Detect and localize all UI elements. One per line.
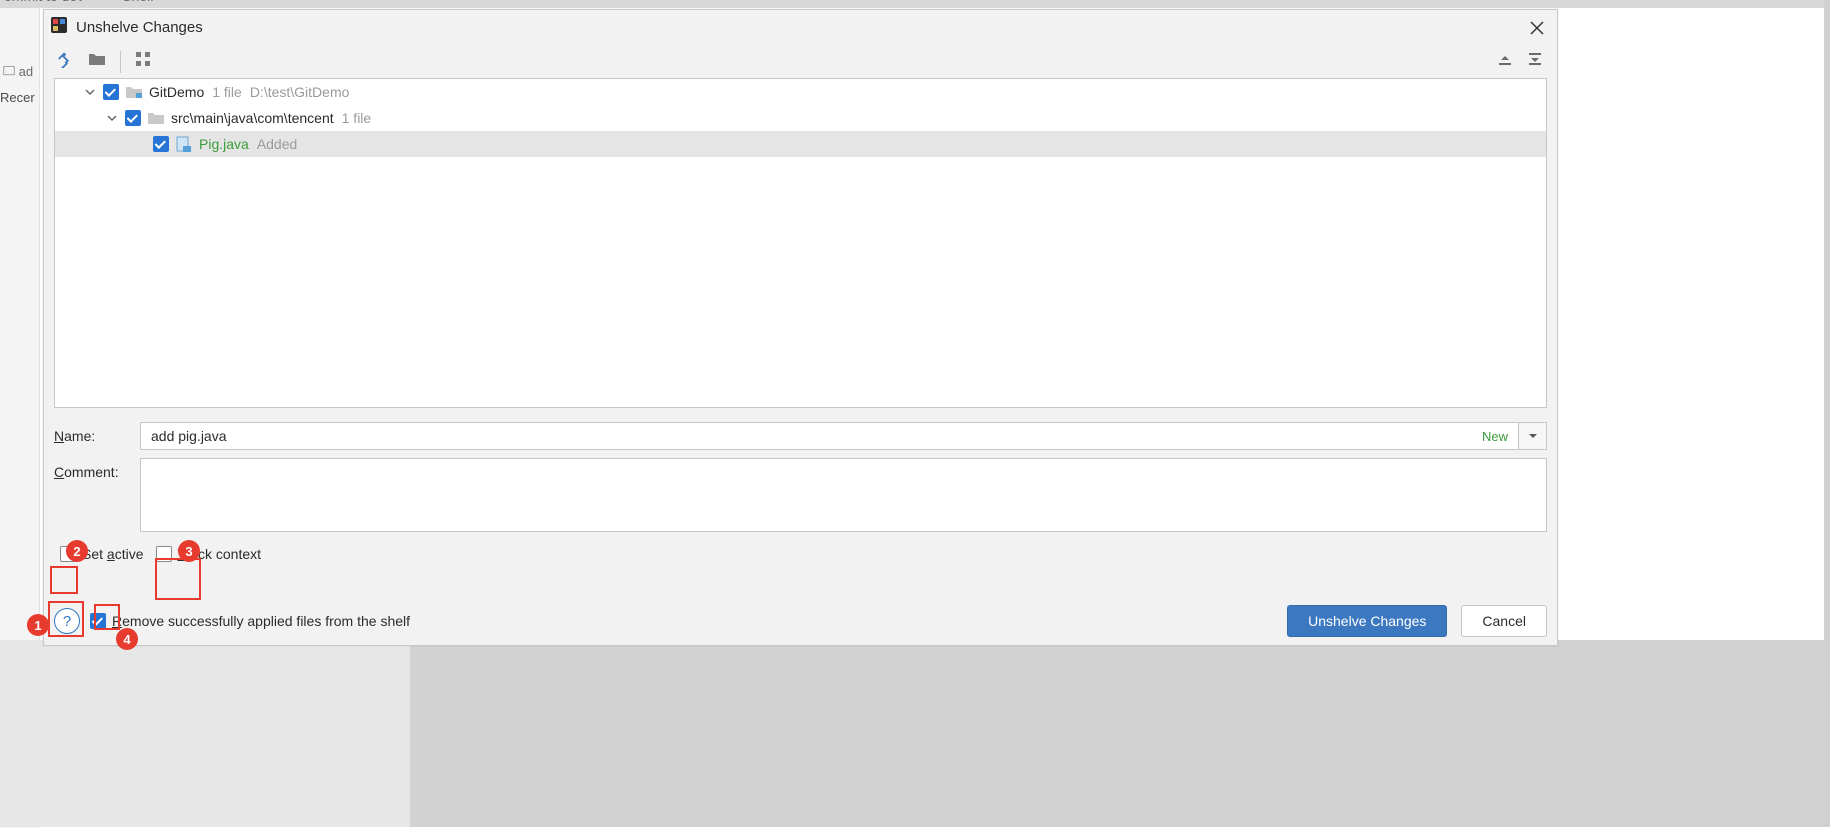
name-dropdown-button[interactable]	[1519, 422, 1547, 450]
cancel-button[interactable]: Cancel	[1461, 605, 1547, 637]
folder-icon	[147, 110, 165, 126]
dialog-toolbar	[44, 45, 1557, 78]
bg-left-item[interactable]: ad	[3, 64, 33, 79]
bg-bottom-overlay	[410, 640, 1830, 827]
set-active-label: Set active	[82, 546, 144, 562]
root-name: GitDemo	[149, 84, 204, 100]
remove-post: emove successfully applied files from th…	[122, 613, 410, 629]
track-context-checkbox[interactable]	[156, 546, 172, 562]
cancel-button-label: Cancel	[1482, 613, 1526, 629]
pin-icon[interactable]	[56, 50, 74, 73]
root-checkbox[interactable]	[103, 84, 119, 100]
name-label: Name:	[54, 422, 140, 444]
remove-applied-label: Remove successfully applied files from t…	[112, 613, 410, 629]
root-path: D:\test\GitDemo	[250, 84, 350, 100]
folder-icon	[125, 84, 143, 100]
help-button[interactable]: ?	[54, 608, 80, 634]
name-label-ul: N	[54, 428, 64, 444]
app-icon	[50, 16, 68, 39]
dialog-title: Unshelve Changes	[76, 19, 203, 36]
set-active-option[interactable]: Set active	[60, 546, 144, 562]
package-checkbox[interactable]	[125, 110, 141, 126]
changes-tree[interactable]: GitDemo 1 file D:\test\GitDemo src\main\…	[54, 78, 1547, 408]
file-status: Added	[257, 136, 297, 152]
file-name: Pig.java	[199, 136, 249, 152]
remove-ul: R	[112, 613, 122, 629]
chevron-down-icon[interactable]	[83, 87, 97, 97]
collapse-all-icon[interactable]	[1527, 51, 1543, 72]
name-input[interactable]: add pig.java New	[140, 422, 1519, 450]
package-name: src\main\java\com\tencent	[171, 110, 334, 126]
java-file-icon	[175, 136, 193, 152]
track-context-label: Track context	[178, 546, 262, 562]
unshelve-dialog: Unshelve Changes	[43, 9, 1558, 646]
set-active-ul: a	[107, 546, 115, 562]
set-active-checkbox[interactable]	[60, 546, 76, 562]
remove-applied-checkbox[interactable]	[90, 613, 106, 629]
set-active-pre: Set	[82, 546, 107, 562]
new-badge: New	[1482, 429, 1508, 444]
options-row: Set active Track context	[60, 546, 1547, 562]
bg-topbar	[0, 0, 1830, 8]
tree-root-row[interactable]: GitDemo 1 file D:\test\GitDemo	[55, 79, 1546, 105]
grid-icon[interactable]	[135, 51, 151, 72]
tree-package-row[interactable]: src\main\java\com\tencent 1 file	[55, 105, 1546, 131]
bg-recent-label: Recer	[0, 90, 35, 105]
track-post: rack context	[186, 546, 261, 562]
bg-left-item-label: ad	[19, 64, 33, 79]
package-count: 1 file	[342, 110, 372, 126]
dialog-bottom-row: ? Remove successfully applied files from…	[44, 605, 1557, 637]
name-input-value: add pig.java	[151, 428, 227, 444]
comment-label-ul: C	[54, 464, 64, 480]
folder-icon[interactable]	[88, 51, 106, 72]
dialog-titlebar: Unshelve Changes	[44, 10, 1557, 45]
comment-input[interactable]	[140, 458, 1547, 532]
root-count: 1 file	[212, 84, 242, 100]
comment-label: Comment:	[54, 458, 140, 480]
toolbar-separator	[120, 51, 121, 73]
bg-tabs: ommit to dev Shelf	[0, 0, 154, 4]
remove-applied-option[interactable]: Remove successfully applied files from t…	[90, 613, 410, 629]
tree-file-row[interactable]: Pig.java Added	[55, 131, 1546, 157]
bg-tab-commit[interactable]: ommit to dev	[4, 0, 84, 4]
form-area: Name: add pig.java New Comment: Set ac	[44, 408, 1557, 562]
expand-all-icon[interactable]	[1497, 51, 1513, 72]
track-ul: T	[178, 546, 186, 562]
set-active-post: ctive	[115, 546, 144, 562]
comment-label-rest: omment:	[64, 464, 118, 480]
close-button[interactable]	[1525, 16, 1549, 40]
file-checkbox[interactable]	[153, 136, 169, 152]
unshelve-button[interactable]: Unshelve Changes	[1287, 605, 1447, 637]
name-label-rest: ame:	[64, 428, 95, 444]
chevron-down-icon[interactable]	[105, 113, 119, 123]
unshelve-button-label: Unshelve Changes	[1308, 613, 1426, 629]
bg-tab-shelf[interactable]: Shelf	[122, 0, 154, 4]
track-context-option[interactable]: Track context	[156, 546, 262, 562]
bg-right-bar	[1824, 0, 1830, 827]
